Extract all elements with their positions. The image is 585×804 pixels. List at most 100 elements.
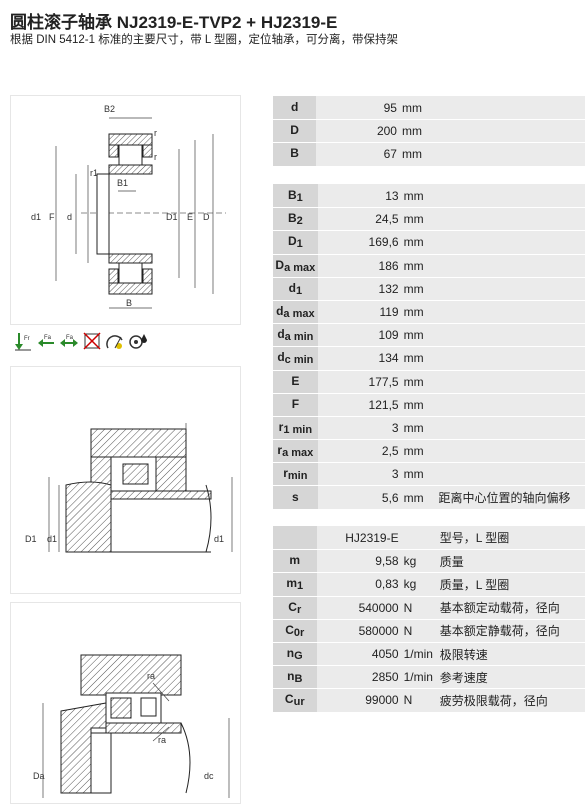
spec-unit: mm — [401, 207, 437, 231]
spec-description — [435, 119, 585, 143]
mount-label-dc: dc — [204, 771, 214, 781]
spec-unit: mm — [401, 276, 437, 300]
spec-value: 169,6 — [317, 230, 402, 254]
table-row: B2 24,5 mm — [273, 207, 585, 231]
axial-load-both-icon: Fa — [58, 330, 79, 352]
spec-value: HJ2319-E — [316, 526, 402, 550]
mount-label-d1-left: d1 — [47, 534, 57, 544]
spec-unit: mm — [401, 230, 437, 254]
spec-description: 质量 — [437, 549, 585, 573]
label-r-mid: r — [154, 152, 157, 162]
mount-label-D1: D1 — [25, 534, 37, 544]
spec-symbol: m — [273, 549, 317, 573]
spec-symbol: C0r — [273, 618, 317, 642]
table-row: Da max 186 mm — [273, 253, 585, 277]
spec-symbol: m1 — [273, 572, 317, 596]
spec-value: 200 — [316, 119, 400, 143]
lubrication-icon — [127, 330, 148, 352]
spec-symbol: B1 — [273, 184, 318, 208]
spec-description — [436, 184, 585, 208]
spec-unit: 1/min — [401, 641, 438, 666]
label-D: D — [203, 212, 210, 222]
spec-symbol: Da max — [273, 253, 318, 277]
spec-value: 119 — [317, 299, 402, 324]
label-E: E — [187, 212, 193, 222]
spec-value: 580000 — [316, 618, 402, 642]
spec-value: 0,83 — [316, 572, 402, 596]
spec-value: 95 — [316, 96, 400, 120]
spec-value: 24,5 — [317, 207, 402, 231]
label-D1: D1 — [166, 212, 178, 222]
page-title: 圆柱滚子轴承 NJ2319-E-TVP2 + HJ2319-E — [10, 13, 338, 32]
spec-symbol: ra max — [273, 439, 318, 463]
spec-symbol: E — [273, 369, 318, 393]
bearing-dimension-drawing: B2 r r r1 B1 d1 F d D1 E D B — [10, 95, 241, 325]
spec-symbol: da min — [273, 323, 318, 347]
axial-load-left-icon: Fa — [35, 330, 56, 352]
svg-text:Fa: Fa — [66, 335, 74, 341]
spec-symbol: rmin — [273, 462, 318, 486]
label-B1: B1 — [117, 178, 128, 188]
table-row: B 67 mm — [273, 142, 585, 166]
spec-description: 参考速度 — [437, 665, 585, 689]
table-row: D1 169,6 mm — [273, 230, 585, 254]
spec-unit: mm — [401, 485, 437, 509]
spec-symbol: r1 min — [273, 415, 318, 440]
spec-table-dimensions: B1 13 mm B2 24,5 mm D1 169,6 mm Da max 186 mm d1 132 m… — [273, 184, 585, 509]
spec-symbol: F — [273, 392, 318, 416]
mount-label-Da: Da — [33, 771, 45, 781]
table-row: ra max 2,5 mm — [273, 439, 585, 463]
speed-rating-icon — [104, 330, 125, 352]
spec-description — [435, 96, 585, 120]
spec-symbol: Cr — [273, 595, 317, 619]
spec-description — [436, 323, 585, 347]
spec-description — [436, 230, 585, 254]
table-row: nB 2850 1/min 参考速度 — [273, 665, 585, 689]
table-row: Cur 99000 N 疲劳极限载荷，径向 — [273, 688, 585, 712]
table-row: d1 132 mm — [273, 276, 585, 300]
spec-symbol: D — [273, 119, 317, 143]
radial-load-icon: Fr — [12, 330, 33, 352]
spec-description — [436, 276, 585, 300]
table-row: E 177,5 mm — [273, 369, 585, 393]
spec-unit: mm — [401, 369, 437, 393]
spec-description — [436, 415, 585, 440]
page-subtitle: 根据 DIN 5412-1 标准的主要尺寸，带 L 型圈，定位轴承，可分离，带保… — [10, 34, 399, 46]
spec-symbol: nB — [273, 665, 317, 689]
spec-description — [436, 253, 585, 277]
spec-unit: mm — [399, 142, 436, 166]
label-F: F — [49, 212, 55, 222]
spec-unit: mm — [401, 253, 437, 277]
spec-symbol — [273, 526, 317, 550]
spec-symbol: B2 — [273, 207, 318, 231]
label-d: d — [67, 212, 72, 222]
table-row: C0r 580000 N 基本额定静载荷，径向 — [273, 618, 585, 642]
spec-unit: mm — [401, 346, 437, 370]
spec-unit: mm — [401, 415, 437, 440]
table-row: m 9,58 kg 质量 — [273, 549, 585, 573]
spec-value: 13 — [317, 184, 402, 208]
spec-description — [436, 346, 585, 370]
spec-unit: mm — [401, 323, 437, 347]
spec-table-main-dimensions: d 95 mm D 200 mm B 67 mm — [273, 96, 585, 166]
spec-description: 距离中心位置的轴向偏移 — [436, 485, 585, 509]
mounting-drawing-lring: D1 d1 d1 — [10, 366, 241, 594]
spec-description — [436, 439, 585, 463]
spec-value: 2850 — [316, 665, 402, 689]
mount-label-ra-bottom: ra — [158, 735, 166, 745]
table-row: rmin 3 mm — [273, 462, 585, 486]
svg-text:Fa: Fa — [44, 335, 52, 341]
spec-value: 9,58 — [316, 549, 402, 573]
spec-value: 540000 — [316, 595, 402, 619]
spec-value: 4050 — [316, 641, 402, 666]
table-row: m1 0,83 kg 质量，L 型圈 — [273, 572, 585, 596]
spec-symbol: da max — [273, 299, 318, 324]
spec-description: 型号，L 型圈 — [437, 526, 585, 550]
spec-value: 177,5 — [317, 369, 402, 393]
svg-text:Fr: Fr — [24, 336, 30, 342]
spec-value: 132 — [317, 276, 402, 300]
spec-value: 67 — [316, 142, 400, 166]
table-row: Cr 540000 N 基本额定动载荷，径向 — [273, 595, 585, 619]
table-row: dc min 134 mm — [273, 346, 585, 370]
spec-unit: mm — [399, 119, 436, 143]
